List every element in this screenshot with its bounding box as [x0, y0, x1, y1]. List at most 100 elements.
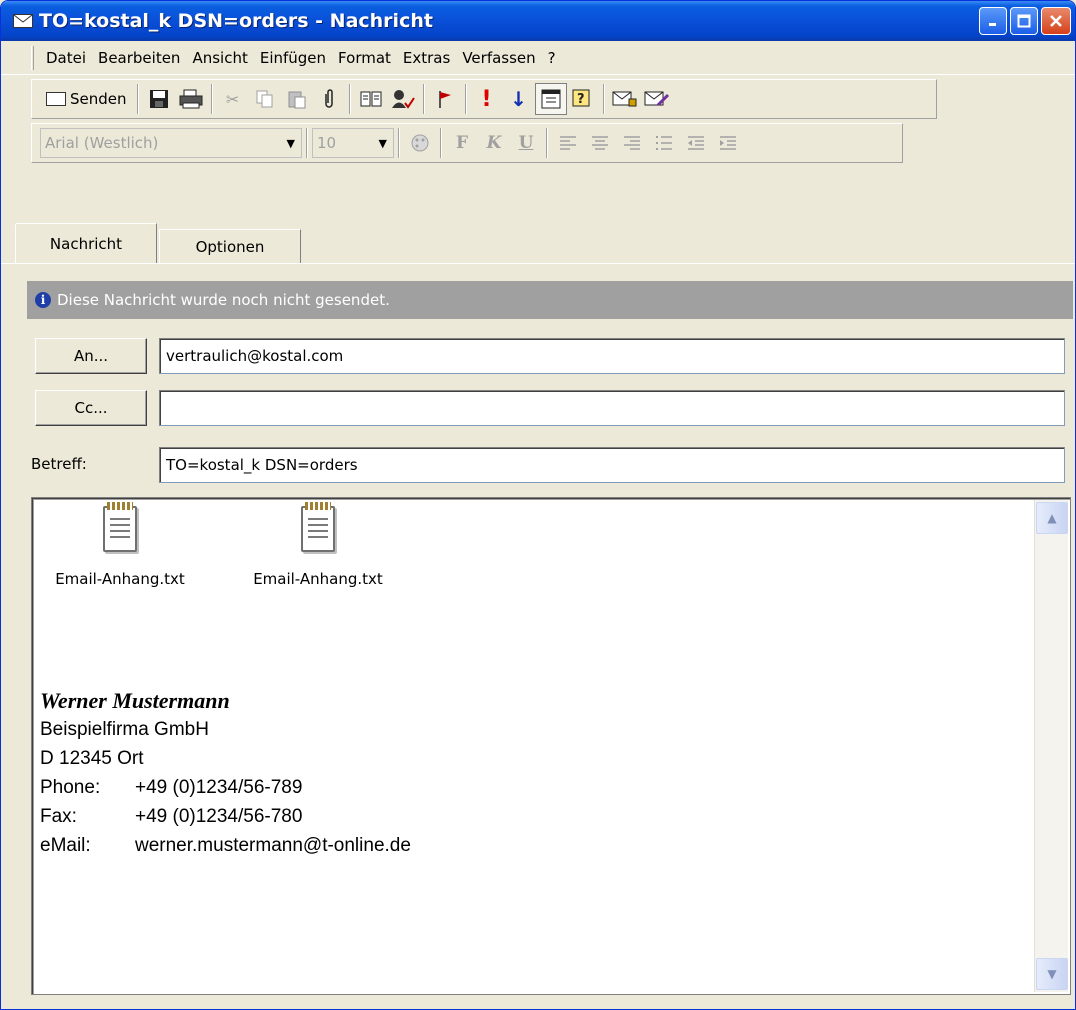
close-icon — [1050, 15, 1062, 27]
bold-button[interactable]: F — [446, 127, 478, 159]
underline-button[interactable]: U — [510, 127, 542, 159]
tab-optionen[interactable]: Optionen — [159, 229, 301, 263]
arrow-down-icon: ↓ — [510, 87, 527, 111]
check-names-button[interactable] — [387, 83, 419, 115]
email-value: werner.mustermann@t-online.de — [135, 835, 411, 856]
menu-grip[interactable] — [31, 45, 34, 70]
chevron-down-icon: ▼ — [286, 137, 295, 150]
low-importance-button[interactable]: ↓ — [503, 83, 535, 115]
flag-icon — [438, 91, 451, 108]
send-button[interactable]: Senden — [40, 83, 133, 115]
text-file-icon — [301, 502, 335, 552]
window-title: TO=kostal_k DSN=orders - Nachricht — [39, 10, 433, 32]
align-right-icon — [624, 136, 640, 150]
toolbar-separator — [422, 84, 425, 114]
toolbar-separator — [348, 84, 351, 114]
menu-format[interactable]: Format — [332, 49, 397, 67]
chevron-up-icon: ▲ — [1047, 511, 1057, 525]
signature: Werner Mustermann Beispielfirma GmbH D 1… — [40, 686, 411, 860]
encrypt-mail-icon — [612, 91, 637, 107]
font-color-button[interactable] — [404, 127, 436, 159]
menu-bearbeiten[interactable]: Bearbeiten — [92, 49, 186, 67]
italic-button[interactable]: K — [478, 127, 510, 159]
message-body[interactable]: Email-Anhang.txt Email-Anhang.txt Werner… — [31, 497, 1071, 995]
align-left-button[interactable] — [552, 127, 584, 159]
scroll-down-button[interactable]: ▼ — [1036, 958, 1068, 990]
phone-label: Phone: — [40, 777, 101, 798]
tab-nachricht[interactable]: Nachricht — [15, 223, 157, 263]
subject-label: Betreff: — [31, 455, 87, 473]
toolbar-separator — [546, 128, 548, 158]
signature-fax-row: Fax: +49 (0)1234/56-780 — [40, 802, 411, 831]
cut-button[interactable]: ✂ — [217, 83, 249, 115]
toolbar-separator — [398, 128, 400, 158]
exclamation-icon: ! — [481, 86, 492, 112]
menu-extras[interactable]: Extras — [397, 49, 456, 67]
align-right-button[interactable] — [616, 127, 648, 159]
menu-bar: Datei Bearbeiten Ansicht Einfügen Format… — [1, 41, 1075, 75]
encrypt-button[interactable] — [609, 83, 641, 115]
address-book-button[interactable] — [355, 83, 387, 115]
standard-toolbar: Senden ✂ ! ↓ ? — [31, 79, 937, 119]
help-button[interactable]: ? — [567, 83, 599, 115]
vertical-scrollbar[interactable]: ▲ ▼ — [1034, 500, 1068, 992]
paperclip-icon — [324, 89, 333, 108]
decrease-indent-button[interactable] — [680, 127, 712, 159]
subject-field[interactable]: TO=kostal_k DSN=orders — [159, 447, 1065, 483]
format-toolbar: Arial (Westlich) ▼ 10 ▼ F K U — [31, 123, 903, 163]
align-center-button[interactable] — [584, 127, 616, 159]
attach-button[interactable] — [313, 83, 345, 115]
font-size-select[interactable]: 10 ▼ — [312, 128, 394, 158]
envelope-icon — [13, 14, 33, 28]
attachment-name: Email-Anhang.txt — [253, 570, 383, 588]
maximize-icon — [1017, 14, 1031, 28]
toolbar-separator — [440, 128, 442, 158]
minimize-button[interactable] — [979, 7, 1007, 35]
menu-verfassen[interactable]: Verfassen — [456, 49, 541, 67]
close-button[interactable] — [1041, 7, 1071, 35]
to-button[interactable]: An... — [35, 338, 147, 374]
to-field[interactable]: vertraulich@kostal.com — [159, 338, 1065, 374]
title-bar[interactable]: TO=kostal_k DSN=orders - Nachricht — [1, 1, 1075, 41]
toolbar-separator — [210, 84, 213, 114]
scroll-up-button[interactable]: ▲ — [1036, 502, 1068, 534]
menu-einfuegen[interactable]: Einfügen — [254, 49, 332, 67]
tab-divider — [1, 263, 1075, 264]
menu-ansicht[interactable]: Ansicht — [186, 49, 253, 67]
signature-phone-row: Phone: +49 (0)1234/56-789 — [40, 773, 411, 802]
follow-up-button[interactable] — [429, 83, 461, 115]
bullets-button[interactable] — [648, 127, 680, 159]
align-center-icon — [592, 136, 608, 150]
cc-field[interactable] — [159, 390, 1065, 426]
save-button[interactable] — [143, 83, 175, 115]
print-button[interactable] — [175, 83, 207, 115]
align-left-icon — [560, 136, 576, 150]
sign-button[interactable] — [641, 83, 673, 115]
attachment-name: Email-Anhang.txt — [55, 570, 185, 588]
options-icon — [541, 89, 561, 109]
maximize-button[interactable] — [1010, 7, 1038, 35]
signature-name: Werner Mustermann — [40, 688, 230, 713]
scissors-icon: ✂ — [225, 89, 240, 109]
attachment-item[interactable]: Email-Anhang.txt — [228, 502, 408, 588]
paste-button[interactable] — [281, 83, 313, 115]
high-importance-button[interactable]: ! — [471, 83, 503, 115]
font-select[interactable]: Arial (Westlich) ▼ — [40, 128, 302, 158]
copy-button[interactable] — [249, 83, 281, 115]
message-window: TO=kostal_k DSN=orders - Nachricht Datei… — [0, 0, 1076, 1010]
menu-datei[interactable]: Datei — [40, 49, 92, 67]
color-palette-icon — [411, 134, 429, 152]
cc-button[interactable]: Cc... — [35, 390, 147, 426]
outdent-icon — [688, 136, 704, 150]
bullet-list-icon — [656, 136, 672, 150]
text-file-icon — [103, 502, 137, 552]
signature-city: D 12345 Ort — [40, 748, 144, 769]
paste-icon — [288, 91, 306, 109]
send-icon — [46, 92, 66, 106]
options-button[interactable] — [534, 83, 567, 115]
menu-help[interactable]: ? — [542, 49, 562, 67]
chevron-down-icon: ▼ — [1047, 967, 1057, 981]
attachment-item[interactable]: Email-Anhang.txt — [30, 502, 210, 588]
email-label: eMail: — [40, 835, 91, 856]
increase-indent-button[interactable] — [712, 127, 744, 159]
